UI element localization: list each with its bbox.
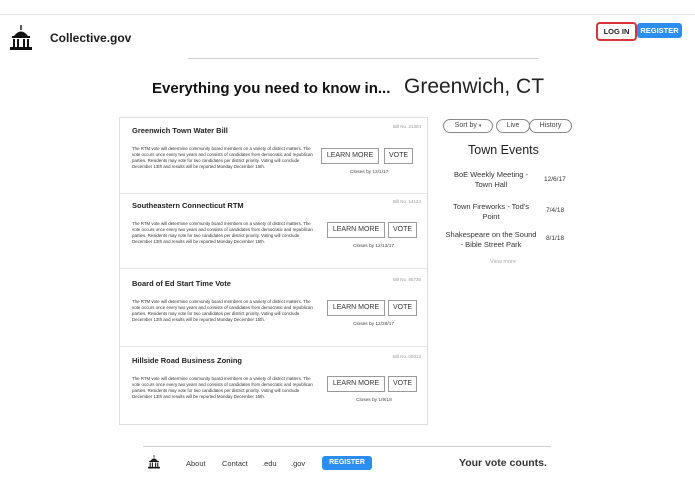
bill-card: Greenwich Town Water Bill Bill No. 21304…	[120, 118, 427, 194]
learn-more-button[interactable]: LEARN MORE	[321, 148, 379, 164]
footer-register-button[interactable]: REGISTER	[322, 456, 372, 470]
event-date: 8/1/18	[546, 235, 565, 242]
vote-button[interactable]: VOTE	[388, 300, 417, 316]
bill-title[interactable]: Southeastern Connecticut RTM	[132, 201, 244, 210]
bills-list: Greenwich Town Water Bill Bill No. 21304…	[119, 117, 428, 425]
capitol-building-icon[interactable]	[148, 455, 160, 469]
learn-more-button[interactable]: LEARN MORE	[327, 376, 385, 392]
event-name[interactable]: Shakespeare on the Sound - Bible Street …	[445, 230, 537, 250]
bill-title[interactable]: Board of Ed Start Time Vote	[132, 279, 231, 288]
view-more-link[interactable]: View more	[490, 259, 516, 265]
tagline: Your vote counts.	[459, 457, 547, 469]
sort-by-dropdown[interactable]: Sort by ▾	[443, 119, 493, 133]
learn-more-button[interactable]: LEARN MORE	[327, 222, 385, 238]
footer-link-about[interactable]: About	[186, 459, 206, 468]
events-title: Town Events	[468, 143, 539, 157]
closes-date: Closes by 12/1/17	[350, 170, 389, 175]
register-button[interactable]: REGISTER	[637, 23, 682, 38]
chevron-down-icon: ▾	[478, 123, 482, 129]
sort-by-label: Sort by	[454, 122, 477, 129]
event-date: 12/6/17	[544, 176, 566, 183]
site-name[interactable]: Collective.gov	[50, 31, 131, 45]
bill-title[interactable]: Greenwich Town Water Bill	[132, 126, 228, 135]
learn-more-button[interactable]: LEARN MORE	[327, 300, 385, 316]
footer-link-contact[interactable]: Contact	[222, 459, 248, 468]
event-name[interactable]: Town Fireworks - Tod's Point	[445, 202, 537, 222]
closes-date: Closes by 12/26/17	[353, 322, 395, 327]
vote-button[interactable]: VOTE	[388, 222, 417, 238]
vote-button[interactable]: VOTE	[388, 376, 417, 392]
bill-description: The RTM vote will determine community bo…	[132, 299, 313, 322]
page-headline: Everything you need to know in...	[152, 80, 391, 97]
bill-title[interactable]: Hillside Road Business Zoning	[132, 356, 242, 365]
closes-date: Closes by 1/9/18	[356, 398, 392, 403]
bill-card: Southeastern Connecticut RTM Bill No. 14…	[120, 193, 427, 269]
bill-description: The RTM vote will determine community bo…	[132, 221, 313, 244]
top-divider	[0, 14, 695, 15]
event-date: 7/4/18	[546, 207, 565, 214]
bill-number: Bill No. 09313	[392, 354, 421, 359]
login-button[interactable]: LOG IN	[596, 22, 637, 41]
event-name[interactable]: BoE Weekly Meeting - Town Hall	[445, 170, 537, 190]
footer-divider	[143, 446, 551, 447]
tab-live[interactable]: Live	[496, 119, 530, 133]
footer-link-gov[interactable]: .gov	[291, 459, 305, 468]
footer-link-edu[interactable]: .edu	[262, 459, 277, 468]
bill-card: Hillside Road Business Zoning Bill No. 0…	[120, 348, 427, 423]
bill-card: Board of Ed Start Time Vote Bill No. 857…	[120, 271, 427, 347]
bill-number: Bill No. 21304	[392, 124, 421, 129]
bill-number: Bill No. 85730	[392, 277, 421, 282]
capitol-building-icon[interactable]	[10, 25, 32, 51]
bill-description: The RTM vote will determine community bo…	[132, 146, 313, 169]
closes-date: Closes by 12/13/17	[353, 244, 395, 249]
city-name: Greenwich, CT	[404, 75, 545, 98]
bill-number: Bill No. 14124	[392, 199, 421, 204]
section-divider	[188, 58, 538, 59]
tab-history[interactable]: History	[529, 119, 572, 133]
vote-button[interactable]: VOTE	[384, 148, 413, 164]
bill-description: The RTM vote will determine community bo…	[132, 376, 313, 399]
